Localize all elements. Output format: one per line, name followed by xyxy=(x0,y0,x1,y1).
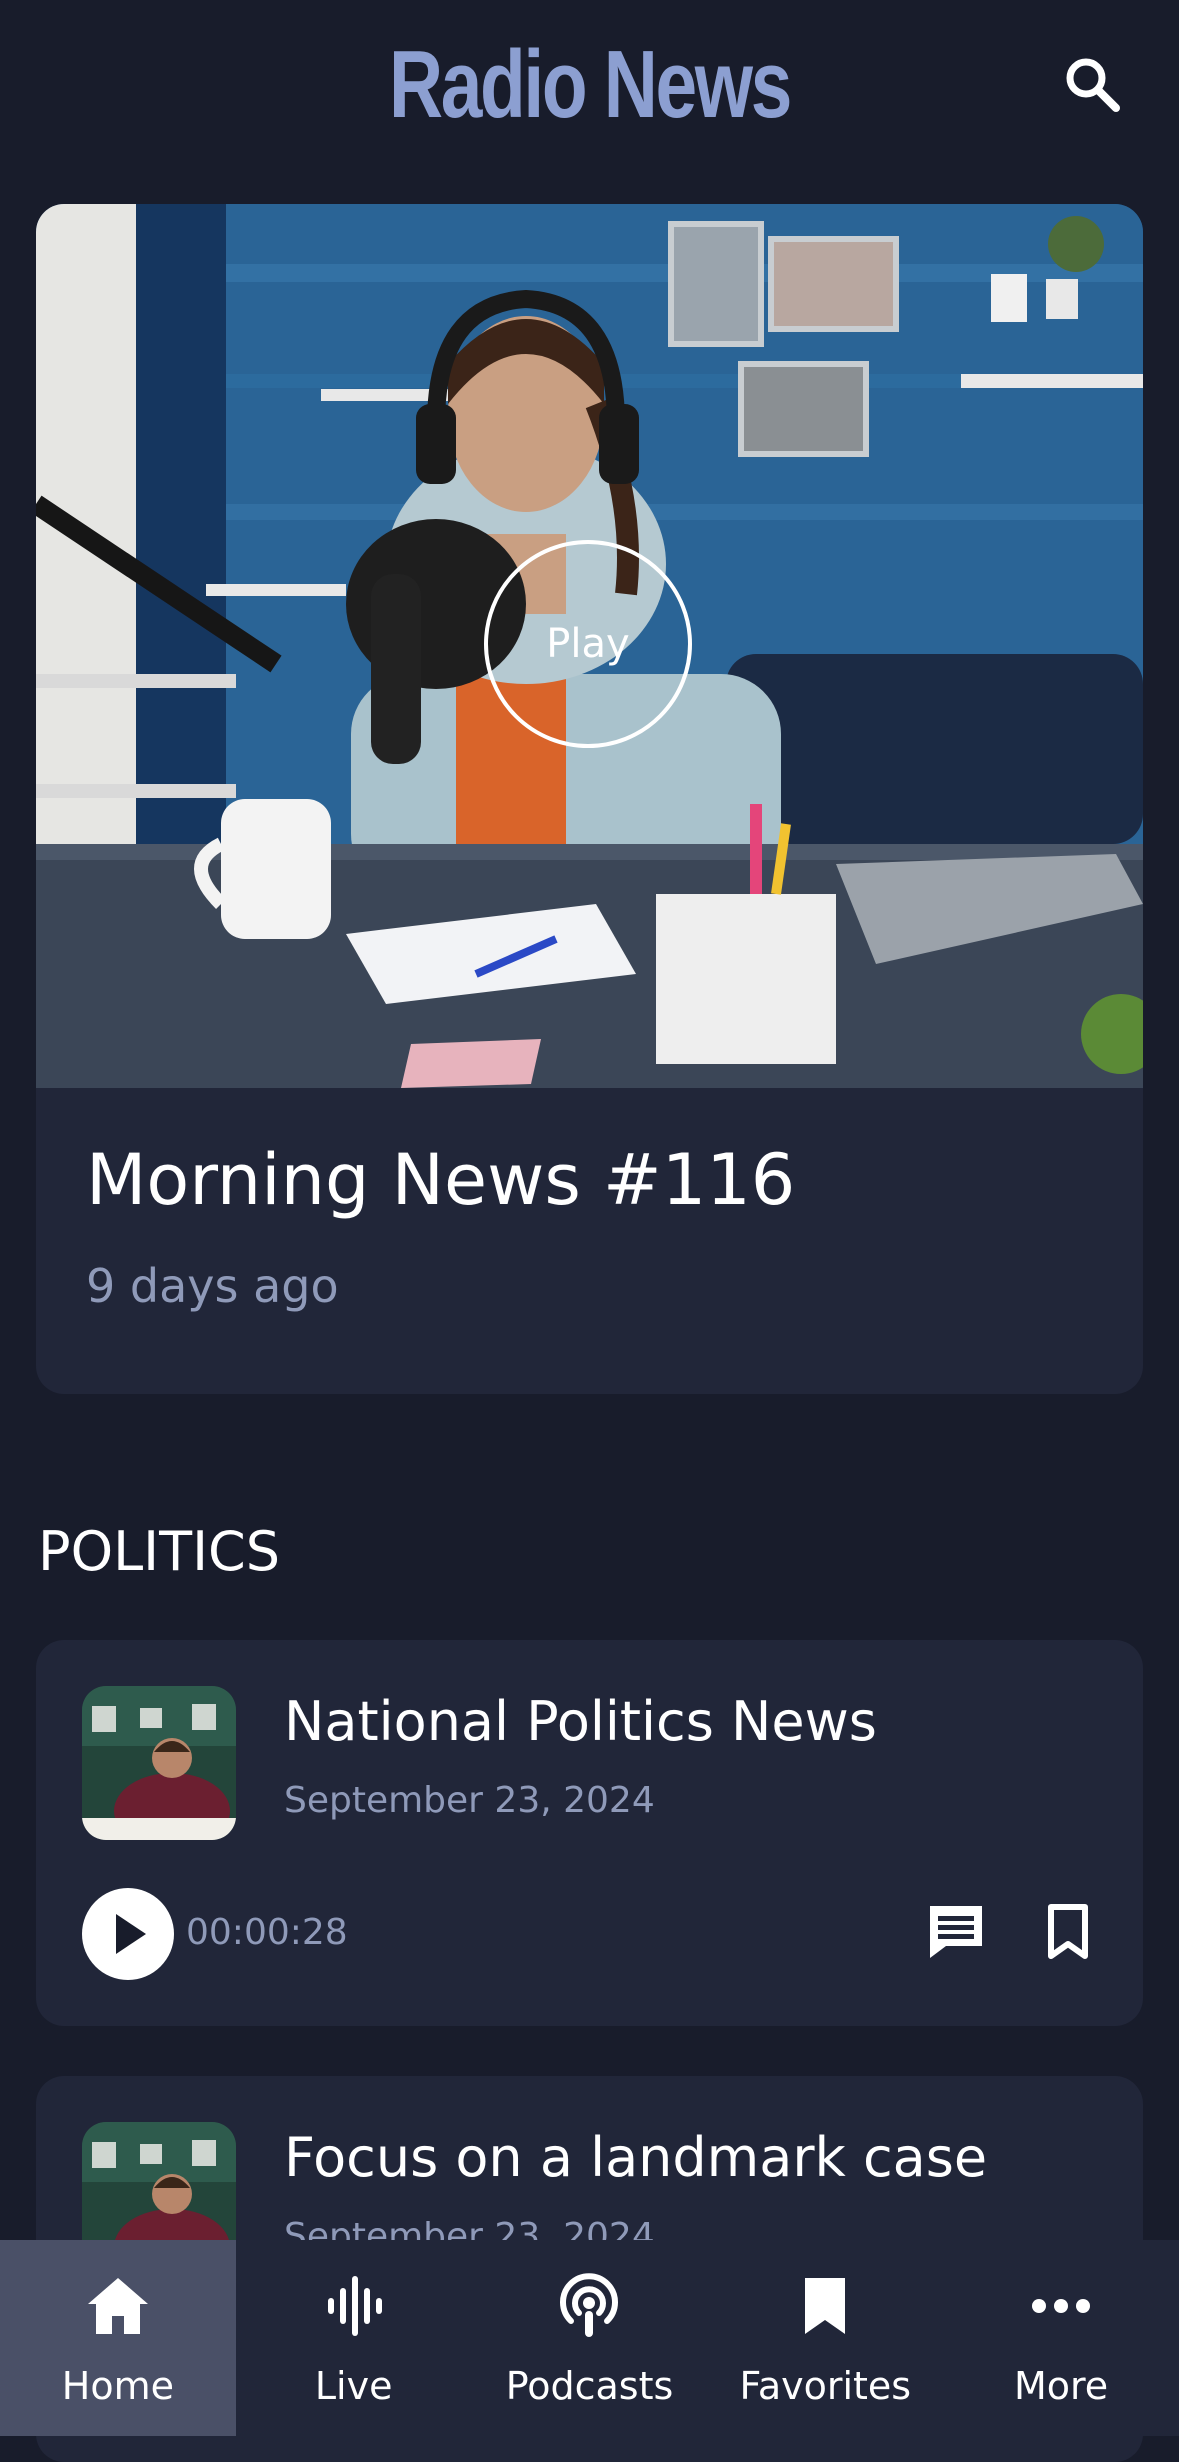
app-title: Radio News xyxy=(388,31,792,138)
news-duration: 00:00:28 xyxy=(186,1912,348,1953)
nav-label-home: Home xyxy=(61,2364,174,2408)
news-title: National Politics News xyxy=(284,1690,877,1753)
nav-item-podcasts[interactable]: Podcasts xyxy=(472,2240,708,2436)
app-header: Radio News xyxy=(0,0,1179,170)
featured-image: Play xyxy=(36,204,1143,1088)
bookmark-icon xyxy=(789,2270,861,2342)
nav-item-live[interactable]: Live xyxy=(236,2240,472,2436)
news-thumbnail xyxy=(82,1686,236,1840)
nav-item-favorites[interactable]: Favorites xyxy=(707,2240,943,2436)
bottom-navigation: Home Live Podcasts Favorites More xyxy=(0,2240,1179,2436)
section-title-politics: POLITICS xyxy=(38,1520,280,1583)
featured-title: Morning News #116 xyxy=(86,1139,796,1221)
news-card[interactable]: National Politics News September 23, 202… xyxy=(36,1640,1143,2026)
nav-item-home[interactable]: Home xyxy=(0,2240,236,2436)
waveform-icon xyxy=(318,2270,390,2342)
nav-label-favorites: Favorites xyxy=(739,2364,912,2408)
bookmark-icon[interactable] xyxy=(1042,1902,1094,1962)
featured-time-ago: 9 days ago xyxy=(86,1259,339,1313)
comment-icon[interactable] xyxy=(926,1902,986,1962)
play-icon xyxy=(116,1914,146,1954)
news-title: Focus on a landmark case xyxy=(284,2126,988,2189)
search-icon[interactable] xyxy=(1060,52,1124,116)
more-icon xyxy=(1025,2270,1097,2342)
nav-label-more: More xyxy=(1013,2364,1109,2408)
featured-episode-card[interactable]: Play Morning News #116 9 days ago xyxy=(36,204,1143,1394)
nav-label-live: Live xyxy=(314,2364,393,2408)
play-button[interactable] xyxy=(82,1888,174,1980)
podcast-icon xyxy=(553,2270,625,2342)
nav-item-more[interactable]: More xyxy=(943,2240,1179,2436)
play-label: Play xyxy=(546,621,630,667)
home-icon xyxy=(82,2270,154,2342)
featured-play-button[interactable]: Play xyxy=(484,540,692,748)
news-date: September 23, 2024 xyxy=(284,1780,655,1821)
nav-label-podcasts: Podcasts xyxy=(505,2364,674,2408)
